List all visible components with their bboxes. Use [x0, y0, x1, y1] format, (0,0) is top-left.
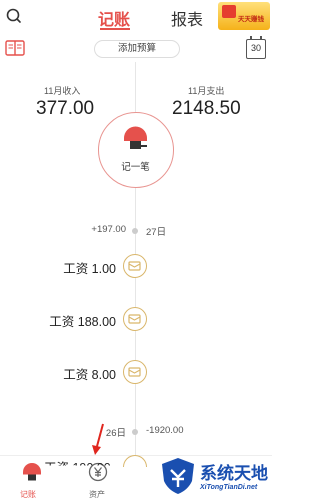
- salary-icon: [123, 254, 147, 278]
- search-icon[interactable]: [5, 7, 23, 25]
- promo-banner[interactable]: 天天赚钱: [218, 2, 270, 30]
- ledger-icon: [124, 126, 147, 149]
- list-item[interactable]: 工资 1.00: [0, 254, 272, 278]
- income-value: 377.00: [36, 98, 95, 119]
- watermark-url: XiTongTianDi.net: [200, 484, 258, 491]
- shield-icon: [162, 458, 194, 494]
- expense-label: 11月支出: [188, 86, 225, 96]
- add-budget-button[interactable]: 添加预算: [94, 40, 180, 58]
- item-label: 工资 1.00: [63, 262, 116, 276]
- day-header: 26日 -1920.00: [0, 425, 272, 439]
- record-button-label: 记一笔: [121, 162, 150, 173]
- nav-assets-label[interactable]: 资产: [89, 489, 105, 500]
- timeline-dot: [132, 228, 138, 234]
- expense-value: 2148.50: [172, 98, 241, 119]
- salary-icon: [123, 307, 147, 331]
- day-date: 26日: [105, 428, 126, 439]
- ledger-icon[interactable]: [22, 462, 42, 482]
- promo-label: 天天赚钱: [238, 16, 264, 23]
- active-tab-indicator: [100, 28, 130, 30]
- item-label: 工资 8.00: [63, 368, 116, 382]
- timeline-dot: [132, 429, 138, 435]
- list-item[interactable]: 工资 8.00: [0, 360, 272, 384]
- annotation-arrow-icon: [92, 423, 104, 455]
- income-label: 11月收入: [44, 86, 81, 96]
- book-icon[interactable]: [5, 40, 25, 56]
- watermark: 系统天地 XiTongTianDi.net: [158, 453, 272, 500]
- tab-record[interactable]: 记账: [98, 6, 130, 30]
- nav-record-label[interactable]: 记账: [20, 489, 36, 500]
- watermark-title: 系统天地: [200, 464, 268, 483]
- day-total: -1920.00: [146, 425, 184, 436]
- item-label: 工资 188.00: [49, 315, 116, 329]
- top-nav: 记账 报表 天天赚钱: [0, 0, 272, 34]
- list-item[interactable]: 工资 188.00: [0, 307, 272, 331]
- salary-icon: [123, 360, 147, 384]
- tab-report[interactable]: 报表: [171, 6, 203, 30]
- red-envelope-icon: [222, 5, 236, 18]
- record-button[interactable]: 记一笔: [98, 112, 174, 188]
- calendar-icon[interactable]: 30: [246, 36, 266, 59]
- day-date: 27日: [146, 227, 167, 238]
- day-total: +197.00: [91, 224, 126, 235]
- day-header: +197.00 27日: [0, 224, 272, 238]
